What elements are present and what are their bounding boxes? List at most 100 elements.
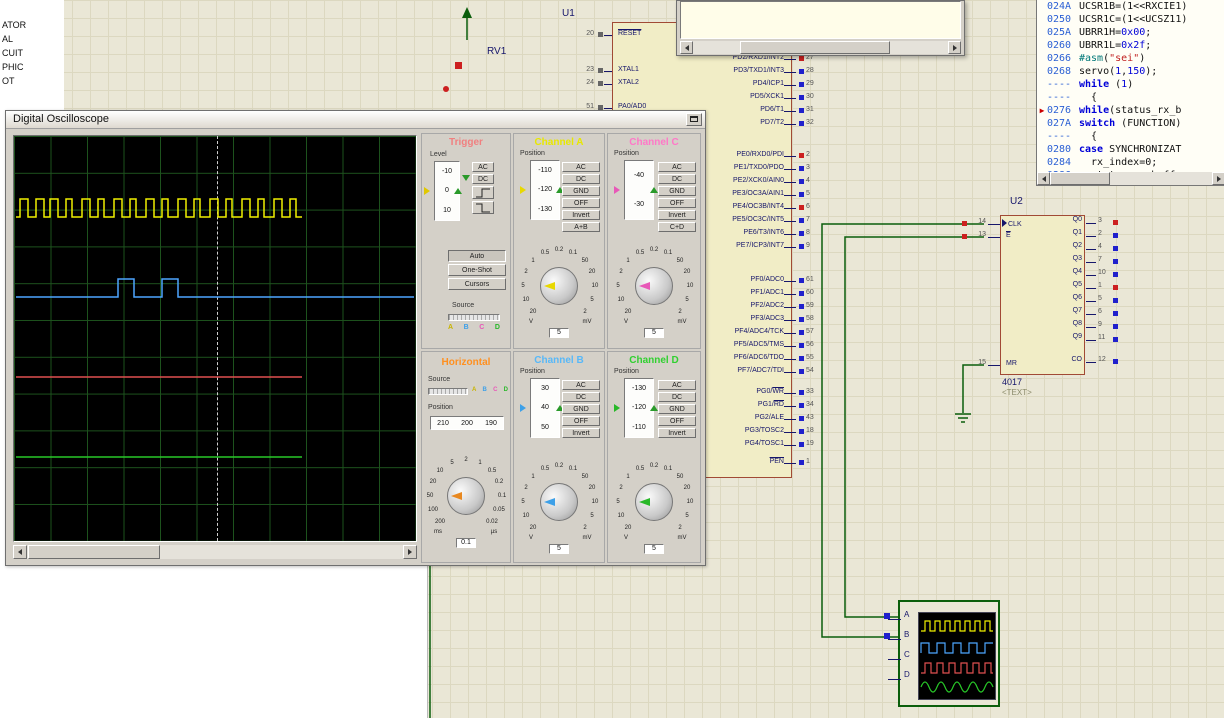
- source-channel-letter[interactable]: B: [464, 324, 469, 331]
- channel-coupling-button[interactable]: AC: [658, 380, 696, 390]
- scroll-left-icon[interactable]: [1037, 172, 1050, 185]
- pin-state-square: [799, 218, 804, 223]
- scroll-left-icon[interactable]: [13, 545, 27, 559]
- trigger-ac-button[interactable]: AC: [472, 162, 494, 172]
- scroll-thumb[interactable]: [740, 41, 890, 54]
- chip-u2[interactable]: U2 4017 <TEXT> 14 CLK 13 E 15 MR Q0: [1000, 215, 1085, 375]
- display-scrollbar[interactable]: [13, 545, 417, 559]
- channel-coupling-button[interactable]: GND: [562, 404, 600, 414]
- object-list-item[interactable]: PHIC: [0, 62, 64, 76]
- timebase-knob[interactable]: [447, 477, 485, 515]
- falling-edge-button[interactable]: [472, 201, 494, 214]
- source-channel-letter[interactable]: D: [495, 324, 500, 331]
- channel-coupling-button[interactable]: OFF: [562, 416, 600, 426]
- scroll-right-icon[interactable]: [948, 41, 961, 54]
- scroll-left-icon[interactable]: [680, 41, 693, 54]
- code-scrollbar[interactable]: [1037, 172, 1224, 185]
- scope-display[interactable]: [13, 135, 417, 542]
- source-channel-letter[interactable]: D: [504, 387, 508, 393]
- object-list-item[interactable]: AL: [0, 34, 64, 48]
- channel-coupling-button[interactable]: DC: [658, 174, 696, 184]
- rising-edge-button[interactable]: [472, 186, 494, 199]
- source-channel-letter[interactable]: C: [479, 324, 484, 331]
- trigger-dc-button[interactable]: DC: [472, 174, 494, 184]
- channel-b-knob[interactable]: 20105210.50.20.150201052 V mV 5: [517, 462, 601, 556]
- wiper-marker: [455, 62, 462, 69]
- object-list-item[interactable]: CUIT: [0, 48, 64, 62]
- scroll-right-icon[interactable]: [403, 545, 417, 559]
- channel-coupling-button[interactable]: AC: [562, 380, 600, 390]
- pin-stub: [784, 111, 796, 112]
- trigger-mode-button[interactable]: One-Shot: [448, 264, 506, 276]
- trigger-source-slider[interactable]: [448, 314, 500, 321]
- horizontal-position-slider[interactable]: 210200190: [430, 416, 504, 430]
- pin-stub: [784, 346, 796, 347]
- source-channel-letter[interactable]: B: [483, 387, 487, 393]
- knob-scale-label: 10: [687, 283, 694, 289]
- scroll-thumb[interactable]: [28, 545, 160, 559]
- channel-coupling-button[interactable]: AC: [658, 162, 696, 172]
- channel-coupling-button[interactable]: DC: [562, 174, 600, 184]
- channel-coupling-button[interactable]: C+D: [658, 222, 696, 232]
- pin-state-square: [1113, 272, 1118, 277]
- gain-knob[interactable]: [635, 483, 673, 521]
- channel-coupling-button[interactable]: OFF: [658, 416, 696, 426]
- channel-d-buttons: AC DC GND OFF Invert: [658, 380, 696, 440]
- code-lines[interactable]: 024AUCSR1B=(1<<RXCIE1)0250UCSR1C=(1<<UCS…: [1037, 0, 1224, 182]
- channel-coupling-button[interactable]: Invert: [562, 210, 600, 220]
- knob-scale-label: 20: [589, 485, 596, 491]
- pin-state-square: [799, 82, 804, 87]
- partial-window-scrollbar[interactable]: [680, 41, 961, 54]
- channel-coupling-button[interactable]: GND: [658, 186, 696, 196]
- gain-knob[interactable]: [540, 483, 578, 521]
- close-button[interactable]: [686, 113, 702, 126]
- channel-coupling-button[interactable]: DC: [658, 392, 696, 402]
- scope-input-label: C: [904, 650, 910, 670]
- trigger-mode-button[interactable]: Cursors: [448, 278, 506, 290]
- trigger-mode-button[interactable]: Auto: [448, 250, 506, 262]
- code-text: {: [1079, 91, 1097, 104]
- code-line: 0250UCSR1C=(1<<UCSZ11): [1037, 13, 1224, 26]
- channel-c-knob[interactable]: 20105210.50.20.150201052 V mV 5: [612, 246, 696, 340]
- channel-coupling-button[interactable]: GND: [658, 404, 696, 414]
- bottom-left-panel: [0, 565, 428, 718]
- horizontal-source-slider[interactable]: [428, 388, 468, 395]
- gain-knob[interactable]: [635, 267, 673, 305]
- position-value: 50: [531, 424, 559, 431]
- source-channel-letter[interactable]: C: [493, 387, 497, 393]
- object-list-item[interactable]: OT: [0, 76, 64, 90]
- gutter: [1037, 65, 1047, 78]
- scroll-right-icon[interactable]: [1212, 172, 1224, 185]
- channel-a-knob[interactable]: 20105210.50.20.150201052 V mV 5: [517, 246, 601, 340]
- channel-coupling-button[interactable]: GND: [562, 186, 600, 196]
- channel-coupling-button[interactable]: AC: [562, 162, 600, 172]
- oscilloscope-component[interactable]: ABCD: [898, 600, 1000, 707]
- channel-coupling-button[interactable]: A+B: [562, 222, 600, 232]
- channel-coupling-button[interactable]: OFF: [658, 198, 696, 208]
- code-line: 0266#asm("sei"): [1037, 52, 1224, 65]
- channel-coupling-button[interactable]: DC: [562, 392, 600, 402]
- channel-coupling-button[interactable]: Invert: [658, 428, 696, 438]
- channel-coupling-button[interactable]: OFF: [562, 198, 600, 208]
- source-code-window[interactable]: 024AUCSR1B=(1<<RXCIE1)0250UCSR1C=(1<<UCS…: [1036, 0, 1224, 186]
- pin-state-square: [1113, 246, 1118, 251]
- channel-coupling-button[interactable]: Invert: [562, 428, 600, 438]
- scope-traces: [14, 136, 416, 541]
- knob-scale-label: 0.5: [636, 250, 644, 256]
- source-channel-letter[interactable]: A: [472, 387, 476, 393]
- source-channel-letter[interactable]: A: [448, 324, 453, 331]
- component-ref-rv1[interactable]: RV1: [487, 46, 506, 57]
- channel-d-knob[interactable]: 20105210.50.20.150201052 V mV 5: [612, 462, 696, 556]
- knob-scale-label: 20: [684, 269, 691, 275]
- gain-knob[interactable]: [540, 267, 578, 305]
- channel-coupling-button[interactable]: Invert: [658, 210, 696, 220]
- code-address: ----: [1047, 130, 1079, 143]
- object-list-item[interactable]: ATOR: [0, 20, 64, 34]
- trigger-level-slider[interactable]: -10010: [422, 161, 468, 223]
- code-line: 0268servo(1,150);: [1037, 65, 1224, 78]
- scroll-thumb[interactable]: [1050, 172, 1110, 185]
- text-placeholder: <TEXT>: [1002, 388, 1032, 397]
- horizontal-knob[interactable]: 2001005020105210.50.20.10.050.02 ms µs 0…: [424, 456, 508, 550]
- pin-row: Q5 1: [1000, 281, 1135, 294]
- oscilloscope-titlebar[interactable]: Digital Oscilloscope: [6, 111, 705, 129]
